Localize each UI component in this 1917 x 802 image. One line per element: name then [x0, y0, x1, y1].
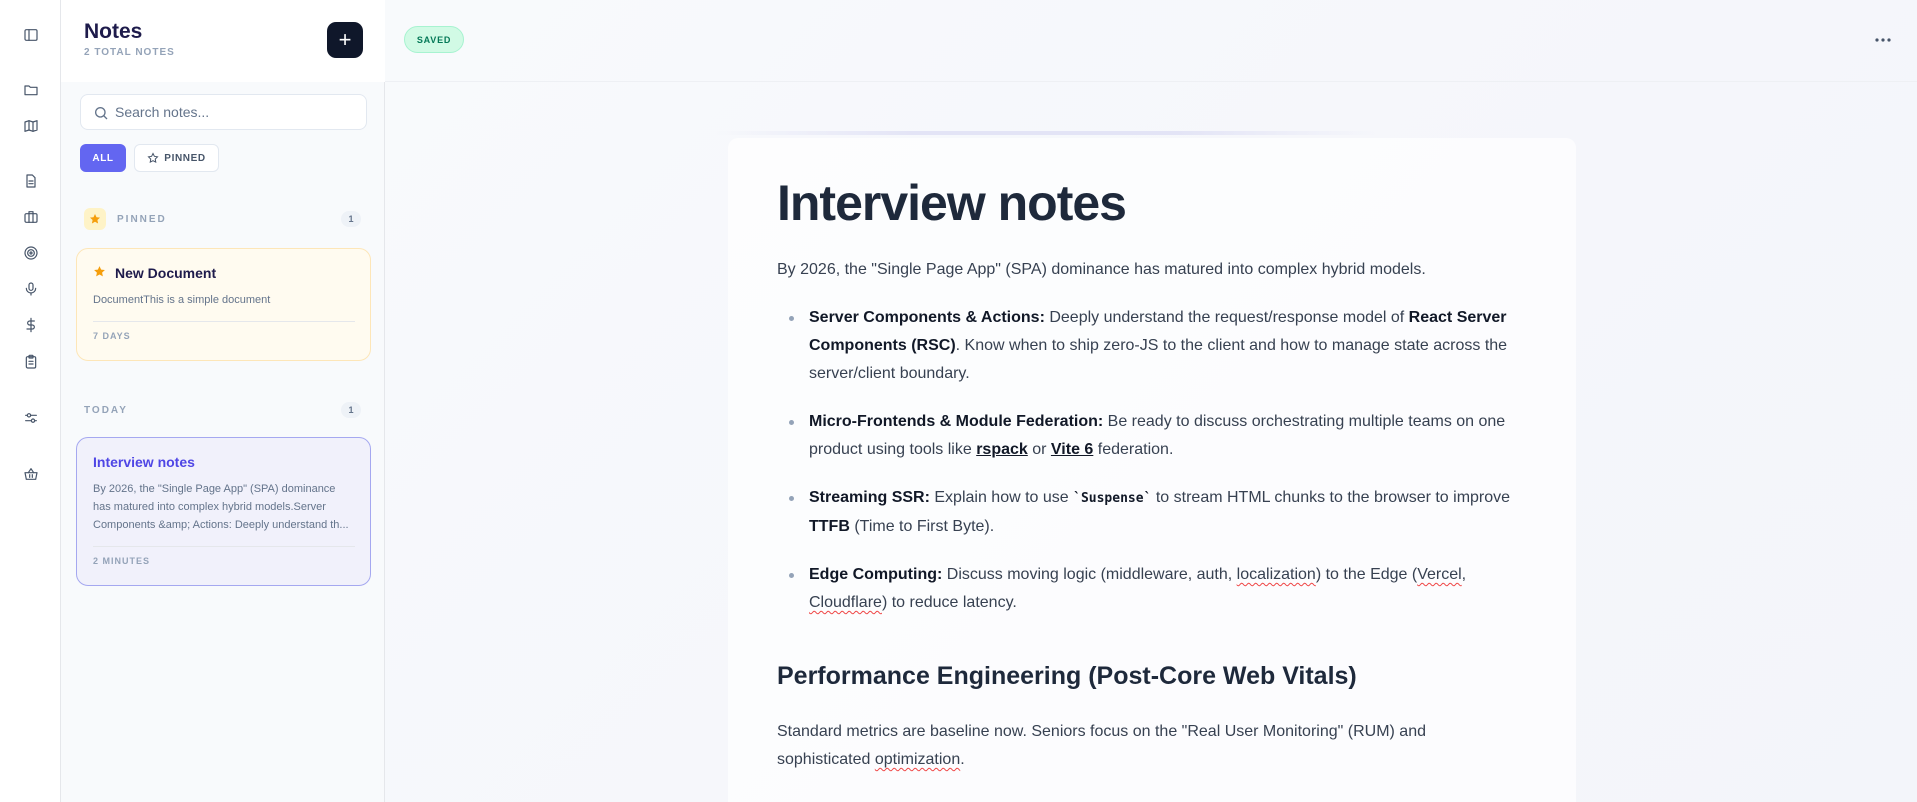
dollar-icon[interactable] [22, 316, 40, 334]
sliders-icon[interactable] [22, 409, 40, 427]
note-card-interview-notes[interactable]: Interview notes By 2026, the "Single Pag… [76, 437, 371, 586]
section-paragraph[interactable]: Standard metrics are baseline now. Senio… [777, 718, 1497, 774]
note-meta: 7 DAYS [93, 331, 131, 341]
note-excerpt: DocumentThis is a simple document [93, 294, 271, 306]
basket-icon[interactable] [22, 465, 40, 483]
bullet-list: Server Components & Actions: Deeply unde… [777, 304, 1537, 637]
document-editor[interactable]: Interview notes By 2026, the "Single Pag… [728, 138, 1576, 802]
group-count-pinned: 1 [341, 211, 361, 227]
document-icon[interactable] [22, 172, 40, 190]
clipboard-icon[interactable] [22, 353, 40, 371]
editor-area: SAVED Interview notes By 2026, the "Sing… [385, 0, 1917, 802]
note-title: Interview notes [93, 454, 195, 470]
filter-pinned-button[interactable]: PINNED [134, 144, 219, 172]
icon-rail [0, 0, 61, 802]
note-title: New Document [115, 265, 217, 281]
list-item[interactable]: Micro-Frontends & Module Federation: Be … [777, 408, 1537, 464]
search-icon [93, 105, 109, 121]
list-item[interactable]: Server Components & Actions: Deeply unde… [777, 304, 1537, 388]
sidebar-toggle-icon[interactable] [22, 26, 40, 44]
briefcase-icon[interactable] [22, 208, 40, 226]
editor-topbar: SAVED [385, 0, 1917, 82]
note-card-new-document[interactable]: New Document DocumentThis is a simple do… [76, 248, 371, 361]
group-count-today: 1 [341, 402, 361, 418]
card-divider [93, 546, 355, 547]
sidebar-title: Notes [84, 20, 143, 43]
sidebar-header: Notes 2 TOTAL NOTES + [61, 0, 385, 82]
document-accent-line [715, 131, 1375, 135]
folder-icon[interactable] [22, 81, 40, 99]
star-icon [93, 265, 106, 283]
search-box [80, 94, 367, 130]
notes-count: 2 TOTAL NOTES [84, 47, 175, 58]
section-heading[interactable]: Performance Engineering (Post-Core Web V… [777, 662, 1357, 691]
group-label-pinned: PINNED [117, 214, 167, 225]
more-options-icon[interactable] [1871, 30, 1895, 50]
star-outline-icon [147, 152, 159, 164]
microphone-icon[interactable] [22, 280, 40, 298]
document-title[interactable]: Interview notes [777, 174, 1127, 232]
add-note-button[interactable]: + [327, 22, 363, 58]
filter-pinned-label: PINNED [164, 152, 206, 164]
list-item[interactable]: Edge Computing: Discuss moving logic (mi… [777, 561, 1537, 617]
card-divider [93, 321, 355, 322]
intro-paragraph[interactable]: By 2026, the "Single Page App" (SPA) dom… [777, 256, 1426, 284]
notes-sidebar: Notes 2 TOTAL NOTES + ALL PINNED PINNED … [61, 0, 385, 802]
list-item[interactable]: Streaming SSR: Explain how to use `Suspe… [777, 484, 1537, 541]
note-excerpt: By 2026, the "Single Page App" (SPA) dom… [93, 483, 349, 531]
note-meta: 2 MINUTES [93, 556, 151, 566]
pinned-star-icon [84, 208, 106, 230]
saved-status-badge: SAVED [404, 26, 464, 53]
group-label-today: TODAY [84, 405, 128, 416]
filter-all-button[interactable]: ALL [80, 144, 126, 172]
map-icon[interactable] [22, 117, 40, 135]
search-input[interactable] [115, 99, 355, 125]
target-icon[interactable] [22, 244, 40, 262]
